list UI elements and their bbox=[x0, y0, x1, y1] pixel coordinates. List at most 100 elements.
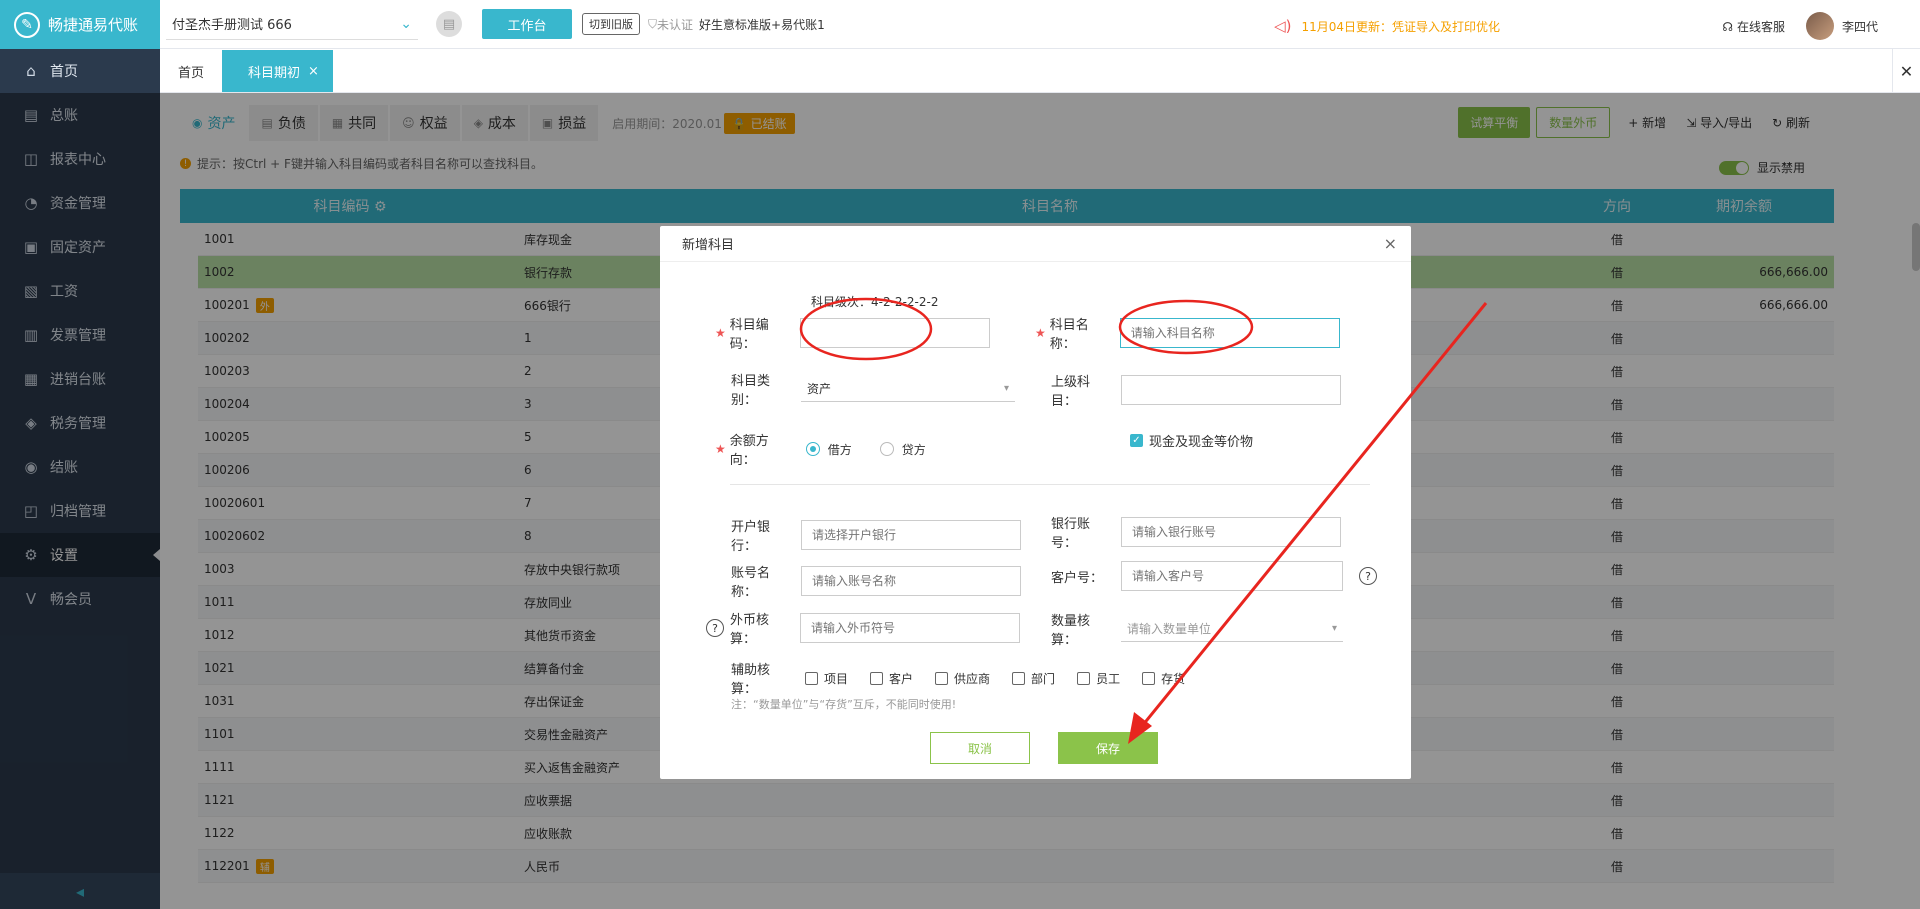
user-menu[interactable]: 李四代 bbox=[1805, 12, 1878, 40]
bank-field-row: 开户银行： bbox=[731, 516, 1021, 554]
radio-off-icon bbox=[879, 442, 894, 456]
close-icon[interactable]: × bbox=[308, 64, 319, 79]
company-selector[interactable]: 付圣杰手册测试 666 ⌄ bbox=[166, 8, 418, 40]
checkbox-icon bbox=[935, 671, 949, 685]
aux-checkbox-group: 项目 客户 供应商 部门 员工 存货 bbox=[805, 670, 1207, 687]
tab-opening-balances[interactable]: 科目期初 × bbox=[222, 50, 333, 92]
bank-input[interactable] bbox=[801, 520, 1021, 550]
qty-label: 数量核算： bbox=[1051, 614, 1091, 648]
cert-status: ⛉ 未认证 好生意标准版+易代账1 bbox=[648, 16, 825, 33]
debit-label: 借方 bbox=[827, 442, 852, 457]
qty-unit-select[interactable]: 请输入数量单位 ▾ bbox=[1121, 616, 1343, 642]
avatar bbox=[1805, 12, 1834, 40]
app-logo[interactable]: ✎ 畅捷通易代账 bbox=[0, 0, 160, 49]
bank-account-input[interactable] bbox=[1121, 517, 1341, 547]
cert-status-text: 未认证 bbox=[657, 17, 694, 32]
category-select[interactable]: 资产 ▾ bbox=[801, 376, 1015, 402]
dialog-header: 新增科目 × bbox=[660, 226, 1411, 262]
aux-checkbox-2[interactable]: 供应商 bbox=[935, 670, 990, 687]
caret-down-icon: ▾ bbox=[1331, 623, 1337, 634]
account-no-field-row: 银行账号： bbox=[1051, 513, 1341, 551]
aux-checkbox-5[interactable]: 存货 bbox=[1142, 670, 1185, 687]
level-hint: 科目级次：4-2-2-2-2-2 bbox=[811, 295, 939, 309]
help-icon[interactable]: ? bbox=[706, 619, 724, 637]
fx-field-row: ? 外币核算： bbox=[706, 609, 1020, 647]
company-name: 付圣杰手册测试 666 bbox=[172, 18, 292, 33]
account-name-input[interactable] bbox=[1119, 318, 1340, 348]
account-name-holder-input[interactable] bbox=[801, 566, 1021, 596]
online-service-button[interactable]: ☊ 在线客服 bbox=[1722, 18, 1785, 35]
aux-checkbox-label: 员工 bbox=[1096, 671, 1121, 686]
customer-no-label: 客户号： bbox=[1051, 570, 1104, 586]
top-bar: 付圣杰手册测试 666 ⌄ ▤ 工作台 切到旧版 ⛉ 未认证 好生意标准版+易代… bbox=[160, 0, 1920, 49]
parent-account-input[interactable] bbox=[1121, 375, 1341, 405]
code-field-row: ★ 科目编码： bbox=[715, 314, 990, 352]
caret-down-icon: ▾ bbox=[1003, 383, 1009, 394]
aux-checkbox-4[interactable]: 员工 bbox=[1077, 670, 1120, 687]
account-name-label: 账号名称： bbox=[731, 566, 771, 600]
required-star-icon: ★ bbox=[1035, 326, 1046, 340]
name-label: 科目名称： bbox=[1049, 318, 1089, 352]
aux-checkbox-label: 客户 bbox=[889, 671, 914, 686]
checkbox-checked-icon: ✓ bbox=[1130, 434, 1143, 447]
checkbox-icon bbox=[1077, 671, 1091, 685]
tab-home-label: 首页 bbox=[178, 65, 205, 81]
workbench-button[interactable]: 工作台 bbox=[482, 9, 572, 39]
account-code-input[interactable] bbox=[799, 318, 990, 348]
fx-label: 外币核算： bbox=[730, 613, 770, 647]
close-icon[interactable]: × bbox=[1384, 234, 1397, 253]
logo-icon: ✎ bbox=[14, 11, 40, 38]
aux-field-row: 辅助核算： 项目 客户 供应商 部门 员工 存货 bbox=[731, 659, 1207, 697]
aux-checkbox-0[interactable]: 项目 bbox=[805, 670, 848, 687]
cancel-button[interactable]: 取消 bbox=[930, 732, 1030, 764]
parent-field-row: 上级科目： bbox=[1051, 371, 1341, 409]
checkbox-icon bbox=[1142, 671, 1156, 685]
credit-label: 贷方 bbox=[901, 442, 926, 457]
home-icon: ⌂ bbox=[26, 62, 36, 80]
aux-checkbox-label: 项目 bbox=[824, 671, 849, 686]
dialog-title: 新增科目 bbox=[682, 238, 735, 253]
switch-old-version-button[interactable]: 切到旧版 bbox=[582, 13, 640, 35]
checkbox-icon bbox=[805, 671, 818, 685]
help-icon[interactable]: ? bbox=[1359, 567, 1377, 585]
aux-checkbox-1[interactable]: 客户 bbox=[870, 670, 913, 687]
qty-field-row: 数量核算： 请输入数量单位 ▾ bbox=[1051, 610, 1343, 648]
credit-radio[interactable]: 贷方 bbox=[879, 441, 926, 458]
close-all-tabs-button[interactable]: ✕ bbox=[1892, 49, 1920, 93]
tab-opening-balances-label: 科目期初 bbox=[248, 65, 301, 81]
section-divider bbox=[730, 484, 1370, 485]
radio-on-icon bbox=[805, 442, 820, 456]
sidebar-item-0[interactable]: ⌂ 首页 bbox=[0, 49, 160, 93]
aux-checkbox-label: 存货 bbox=[1161, 671, 1186, 686]
user-name: 李四代 bbox=[1841, 19, 1878, 34]
add-account-dialog: 新增科目 × 科目级次：4-2-2-2-2-2 ★ 科目编码： ★ 科目名称： … bbox=[660, 226, 1411, 779]
aux-label: 辅助核算： bbox=[731, 663, 771, 697]
tab-home[interactable]: 首页 bbox=[160, 50, 222, 92]
document-icon[interactable]: ▤ bbox=[436, 11, 462, 37]
bank-label: 开户银行： bbox=[731, 520, 771, 554]
page-tabs: 首页 科目期初 × ✕ bbox=[160, 49, 1920, 93]
direction-field-row: ★ 余额方向： 借方 贷方 bbox=[715, 430, 926, 468]
update-notice-text: 11月04日更新：凭证导入及打印优化 bbox=[1301, 19, 1500, 34]
qty-unit-placeholder: 请输入数量单位 bbox=[1127, 622, 1212, 636]
required-star-icon: ★ bbox=[715, 442, 726, 456]
speaker-icon: ◁) bbox=[1274, 17, 1292, 35]
cash-equivalent-checkbox[interactable]: ✓ 现金及现金等价物 bbox=[1130, 431, 1253, 450]
required-star-icon: ★ bbox=[715, 326, 726, 340]
customer-no-input[interactable] bbox=[1121, 561, 1343, 591]
customer-no-field-row: 客户号： ? bbox=[1051, 561, 1377, 591]
plan-name: 好生意标准版+易代账1 bbox=[699, 17, 825, 32]
account-no-label: 银行账号： bbox=[1051, 517, 1091, 551]
checkbox-icon bbox=[870, 671, 884, 685]
debit-radio[interactable]: 借方 bbox=[805, 441, 852, 458]
headset-icon: ☊ bbox=[1722, 19, 1733, 34]
shield-icon: ⛉ bbox=[648, 16, 658, 31]
logo-text: 畅捷通易代账 bbox=[48, 16, 139, 34]
fx-input[interactable] bbox=[800, 613, 1020, 643]
category-field-row: 科目类别： 资产 ▾ bbox=[731, 370, 1015, 408]
save-button[interactable]: 保存 bbox=[1058, 732, 1158, 764]
chevron-down-icon: ⌄ bbox=[400, 15, 412, 32]
direction-label: 余额方向： bbox=[729, 434, 769, 468]
update-notice[interactable]: ◁) 11月04日更新：凭证导入及打印优化 bbox=[1274, 17, 1500, 35]
aux-checkbox-3[interactable]: 部门 bbox=[1012, 670, 1055, 687]
